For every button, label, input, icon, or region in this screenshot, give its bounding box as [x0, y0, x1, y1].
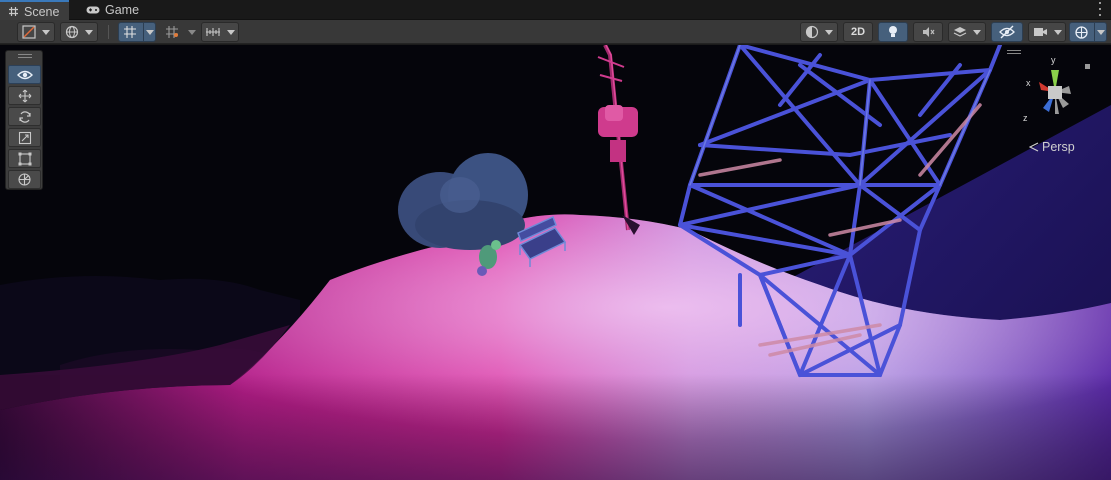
- ruler-icon: [206, 28, 220, 36]
- camera-icon: [1034, 28, 1047, 36]
- tab-scene-label: Scene: [24, 4, 60, 19]
- render-mode-dropdown[interactable]: [800, 22, 838, 42]
- scene-visibility-toggle[interactable]: [991, 22, 1023, 42]
- move-tool-button[interactable]: [8, 86, 41, 105]
- tree: [398, 153, 528, 250]
- palette-grip-handle[interactable]: [18, 54, 32, 58]
- lighting-toggle-button[interactable]: [878, 22, 908, 42]
- gizmo-sphere-icon: [1075, 26, 1088, 39]
- scene-tab-bar: Scene Game: [0, 0, 1111, 21]
- rect-transform-icon: [18, 152, 31, 165]
- more-options-icon[interactable]: [1097, 2, 1103, 16]
- draw-mode-dropdown[interactable]: [17, 22, 55, 42]
- tab-scene[interactable]: Scene: [0, 0, 70, 21]
- transform-tool-button[interactable]: [8, 170, 41, 189]
- perspective-icon: [1029, 142, 1039, 152]
- scale-icon: [18, 131, 31, 144]
- globe-icon: [65, 25, 79, 39]
- render-sphere-icon: [805, 25, 819, 39]
- move-arrows-icon: [18, 89, 31, 102]
- gizmo-z-label: z: [1023, 113, 1028, 123]
- scene-viewport[interactable]: y x z Persp: [0, 45, 1111, 480]
- gizmo-y-label: y: [1051, 55, 1056, 65]
- grid-snap-icon: [124, 26, 136, 38]
- audio-toggle-button[interactable]: [913, 22, 943, 42]
- transform-icon: [18, 173, 31, 186]
- scene-toolbar: 2D: [0, 20, 1111, 44]
- global-local-dropdown[interactable]: [60, 22, 98, 42]
- gizmos-dropdown[interactable]: [1069, 22, 1107, 42]
- scale-tool-button[interactable]: [8, 128, 41, 147]
- gizmo-x-label: x: [1026, 78, 1031, 88]
- ruler-snap-dropdown[interactable]: [201, 22, 239, 42]
- camera-dropdown[interactable]: [1028, 22, 1066, 42]
- scene-render: [0, 45, 1111, 480]
- eye-icon: [16, 70, 33, 79]
- projection-toggle[interactable]: Persp: [1029, 140, 1075, 154]
- 2d-label: 2D: [850, 26, 866, 38]
- grid-snap-toggle[interactable]: [118, 22, 156, 42]
- rotate-icon: [18, 110, 31, 123]
- tab-game-label: Game: [105, 3, 140, 17]
- hidden-eye-icon: [999, 25, 1015, 39]
- 2d-toggle-button[interactable]: 2D: [843, 22, 873, 42]
- lightbulb-icon: [889, 26, 897, 37]
- axis-gizmo-icon: [1039, 64, 1090, 114]
- increment-snap-toggle[interactable]: [160, 22, 198, 42]
- audio-mute-icon: [923, 27, 935, 37]
- gamepad-icon: [86, 6, 100, 14]
- antenna-pole: [597, 45, 640, 235]
- view-tool-button[interactable]: [8, 65, 41, 84]
- projection-label: Persp: [1042, 140, 1075, 154]
- increment-snap-icon: [166, 26, 178, 38]
- shading-mode-icon: [22, 25, 36, 39]
- tab-game[interactable]: Game: [78, 0, 149, 20]
- rect-tool-button[interactable]: [8, 149, 41, 168]
- effects-layers-icon: [953, 27, 967, 37]
- grid-hash-icon: [9, 7, 18, 16]
- effects-dropdown[interactable]: [948, 22, 986, 42]
- tool-palette: [5, 50, 43, 190]
- rotate-tool-button[interactable]: [8, 107, 41, 126]
